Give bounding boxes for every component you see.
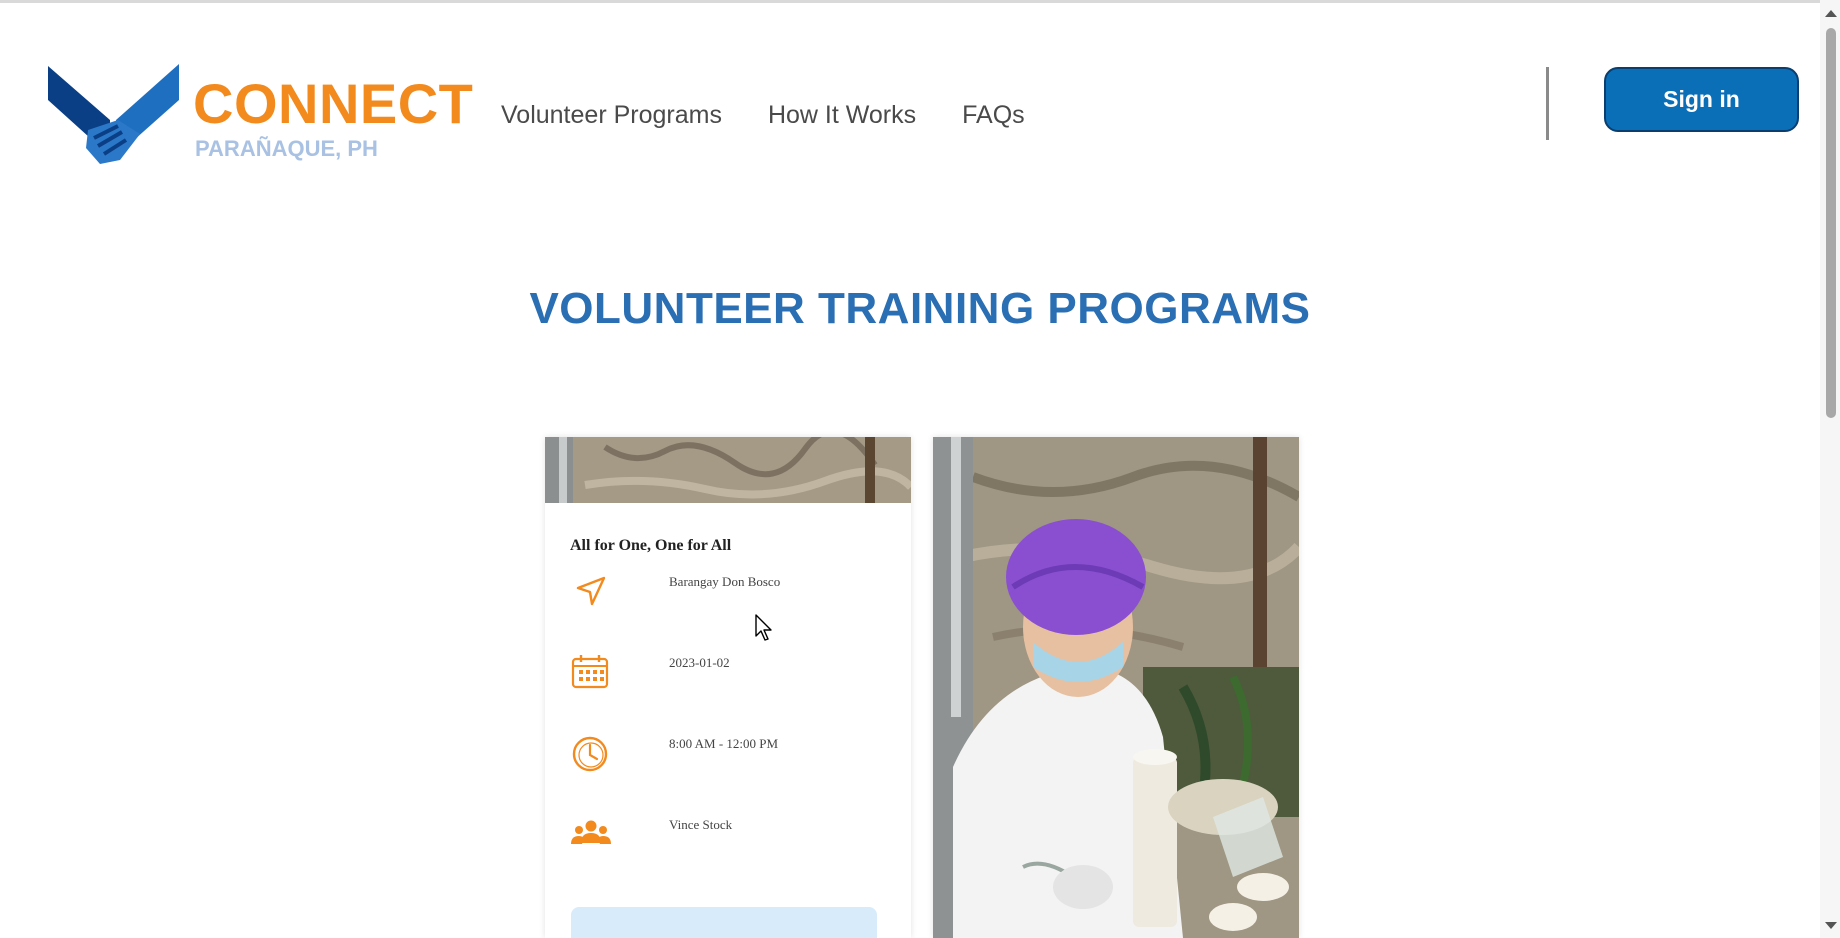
location-row: Barangay Don Bosco [570,572,900,618]
logo-subtitle: PARAÑAQUE, PH [195,136,378,161]
connect-logo[interactable]: CONNECT PARAÑAQUE, PH [48,58,473,170]
page-title: VOLUNTEER TRAINING PROGRAMS [529,284,1311,333]
program-photo [545,437,911,503]
program-time: 8:00 AM - 12:00 PM [669,736,779,751]
nav-how-it-works[interactable]: How It Works [768,100,916,130]
program-title: All for One, One for All [570,537,732,554]
nav-volunteer-programs[interactable]: Volunteer Programs [501,100,722,130]
main-nav: Volunteer Programs How It Works FAQs [501,100,1071,130]
program-organizer: Vince Stock [669,817,733,832]
header-divider [1546,67,1549,140]
scroll-down-arrow-icon[interactable] [1825,922,1837,929]
nav-faqs[interactable]: FAQs [962,100,1025,130]
volunteer-photo [933,437,1299,938]
program-card-photo[interactable] [933,437,1299,938]
program-card[interactable]: All for One, One for All Barangay Don Bo… [545,437,911,938]
date-row: 2023-01-02 [570,653,900,699]
people-icon [571,820,611,844]
handshake-logo-icon [48,64,179,164]
browser-top-border [0,0,1840,3]
clock-icon [572,736,608,772]
time-row: 8:00 AM - 12:00 PM [570,734,900,780]
program-date: 2023-01-02 [669,655,730,670]
calendar-icon [571,655,609,689]
program-action-button[interactable] [571,907,877,938]
logo-wordmark: CONNECT [193,72,474,135]
mouse-cursor-icon [755,614,772,641]
scroll-up-arrow-icon[interactable] [1825,10,1837,17]
scrollbar-thumb[interactable] [1826,28,1836,418]
organizer-row: Vince Stock [570,815,900,861]
sign-in-button[interactable]: Sign in [1604,67,1799,132]
program-location: Barangay Don Bosco [669,574,781,589]
location-arrow-icon [576,576,606,606]
page-scrollbar[interactable] [1820,0,1840,938]
